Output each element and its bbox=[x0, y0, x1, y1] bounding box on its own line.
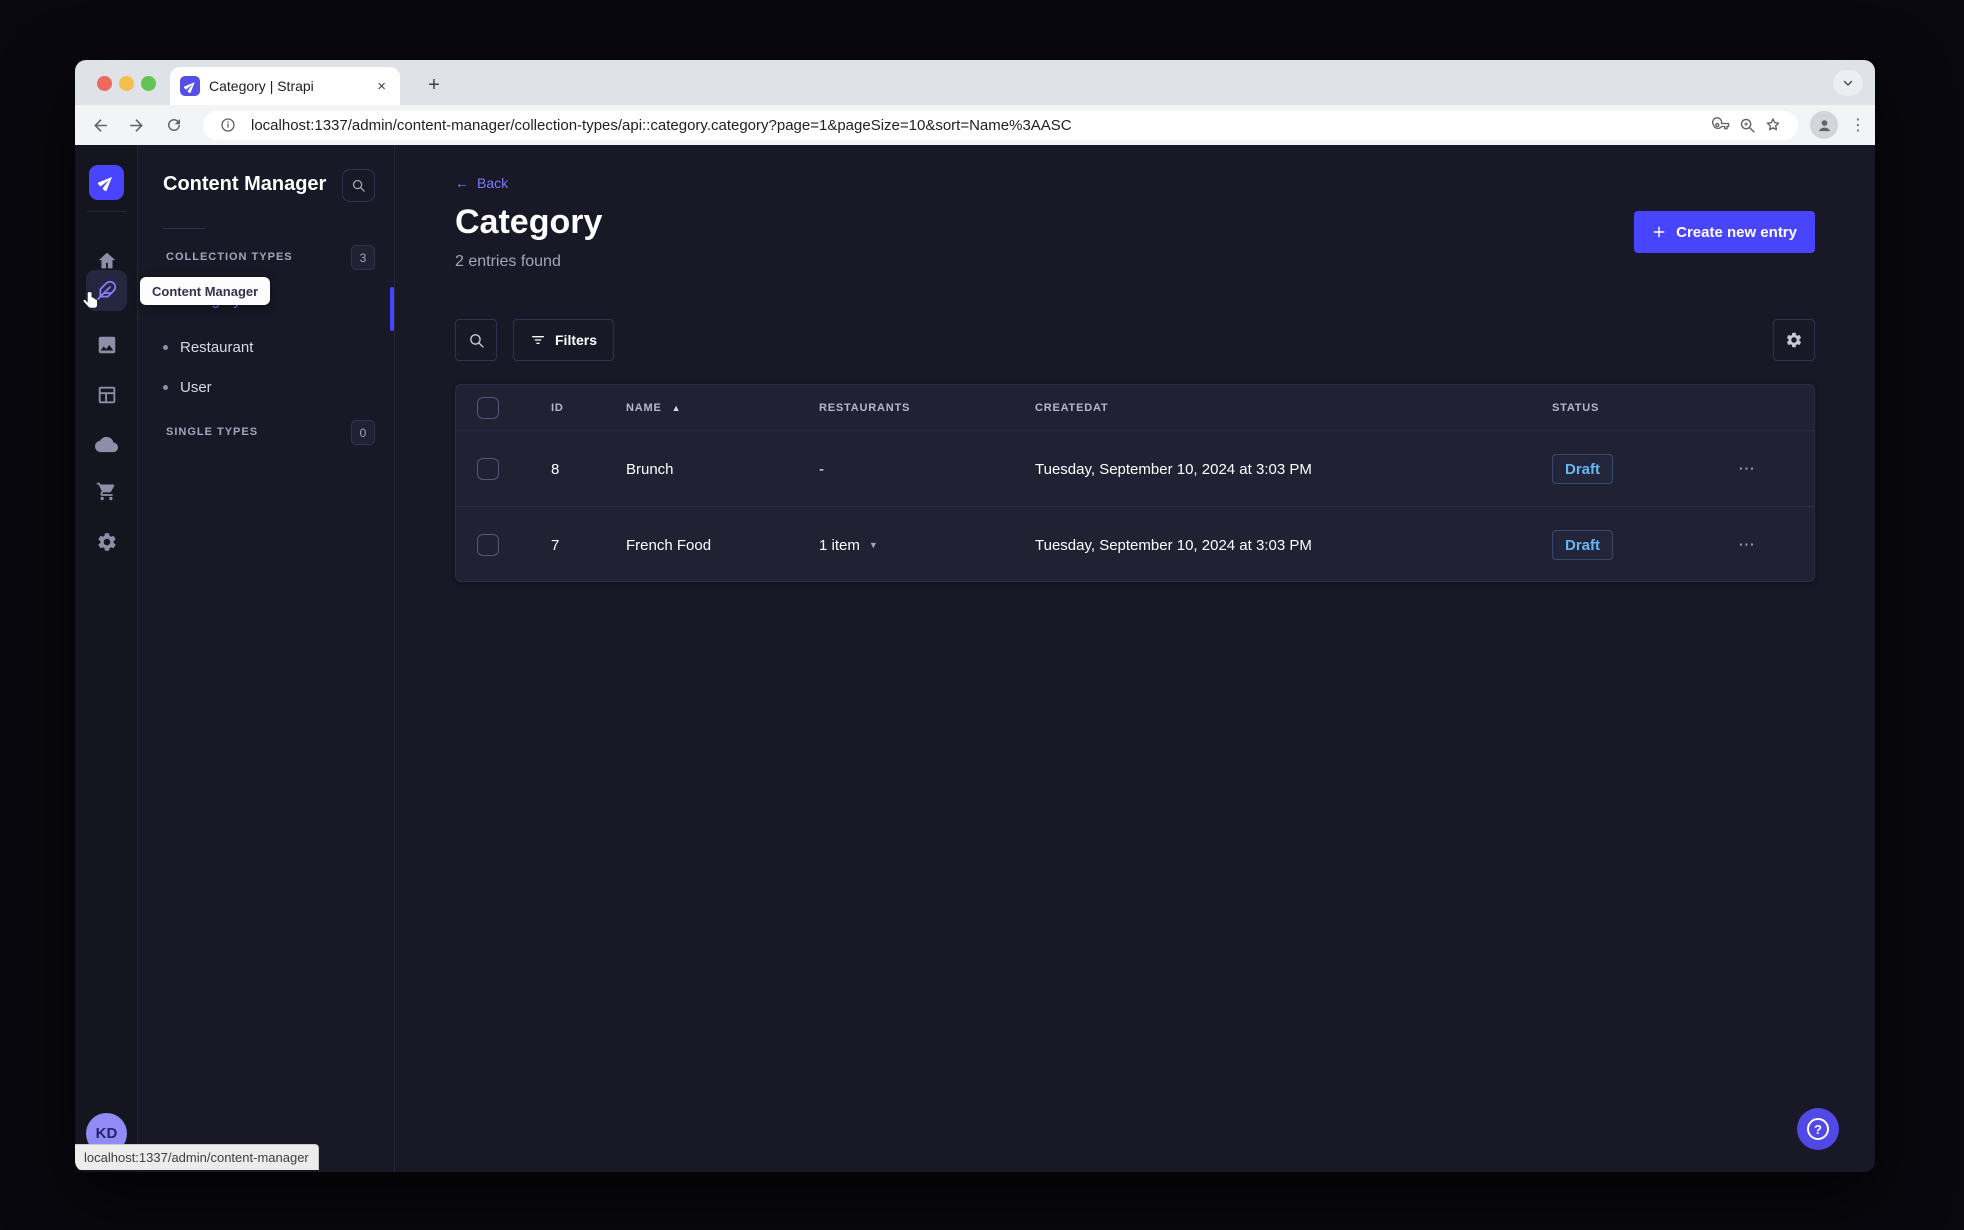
single-types-badge: 0 bbox=[351, 420, 375, 445]
back-arrow-icon: ← bbox=[455, 175, 469, 191]
sidebar-item-label: Restaurant bbox=[180, 338, 254, 356]
cell-createdat: Tuesday, September 10, 2024 at 3:03 PM bbox=[1035, 460, 1312, 478]
sidebar-item-user[interactable]: User bbox=[163, 368, 212, 406]
cell-name: French Food bbox=[626, 536, 712, 554]
bullet-icon bbox=[163, 344, 168, 350]
row-actions-button[interactable]: ⋯ bbox=[1738, 431, 1757, 507]
table-search-button[interactable] bbox=[455, 319, 497, 361]
new-tab-button[interactable]: + bbox=[420, 71, 448, 99]
tab-title: Category | Strapi bbox=[209, 78, 314, 94]
minimize-window-button[interactable] bbox=[119, 76, 134, 91]
filters-button[interactable]: Filters bbox=[513, 319, 615, 361]
rail-divider bbox=[87, 211, 126, 212]
back-link[interactable]: ← Back bbox=[455, 175, 508, 191]
cell-status: Draft bbox=[1552, 431, 1614, 507]
create-button-label: Create new entry bbox=[1676, 223, 1797, 241]
header-status[interactable]: STATUS bbox=[1552, 385, 1599, 430]
header-restaurants[interactable]: RESTAURANTS bbox=[819, 385, 910, 430]
filter-icon bbox=[532, 336, 544, 344]
sidebar-item-restaurant[interactable]: Restaurant bbox=[163, 328, 253, 366]
entries-count: 2 entries found bbox=[455, 253, 561, 270]
sidebar-item-label: User bbox=[180, 378, 212, 396]
tab-strip: Category | Strapi × + bbox=[75, 60, 1875, 105]
site-info-icon[interactable] bbox=[215, 112, 241, 138]
cell-createdat: Tuesday, September 10, 2024 at 3:03 PM bbox=[1035, 536, 1312, 554]
media-library-icon[interactable] bbox=[75, 325, 138, 365]
back-label: Back bbox=[477, 175, 509, 191]
link-preview-statusbar: localhost:1337/admin/content-manager bbox=[75, 1144, 319, 1170]
nav-rail: KD bbox=[75, 145, 138, 1172]
cell-name: Brunch bbox=[626, 460, 674, 478]
cell-id: 7 bbox=[551, 536, 560, 554]
header-createdat[interactable]: CREATEDAT bbox=[1035, 385, 1108, 430]
browser-menu-icon[interactable]: ⋮ bbox=[1846, 113, 1870, 137]
status-badge: Draft bbox=[1552, 454, 1614, 484]
browser-back-button[interactable] bbox=[85, 110, 115, 140]
sort-asc-icon: ▲ bbox=[671, 402, 682, 413]
create-new-entry-button[interactable]: Create new entry bbox=[1634, 211, 1815, 253]
tab-close-icon[interactable]: × bbox=[373, 78, 390, 95]
status-badge: Draft bbox=[1552, 530, 1614, 560]
view-settings-button[interactable] bbox=[1773, 319, 1815, 361]
close-window-button[interactable] bbox=[97, 76, 112, 91]
browser-reload-button[interactable] bbox=[159, 110, 189, 140]
bookmark-star-icon[interactable] bbox=[1760, 112, 1786, 138]
marketplace-cart-icon[interactable] bbox=[75, 471, 138, 511]
main-content: ← Back Category 2 entries found Create n… bbox=[396, 145, 1875, 1172]
content-type-builder-icon[interactable] bbox=[75, 375, 138, 415]
ellipsis-icon: ⋯ bbox=[1738, 535, 1757, 554]
password-key-icon[interactable] bbox=[1708, 112, 1734, 138]
page-title: Category bbox=[455, 203, 603, 241]
deploy-cloud-icon[interactable] bbox=[75, 424, 138, 464]
strapi-favicon-icon bbox=[180, 76, 200, 96]
question-icon: ? bbox=[1807, 1118, 1829, 1140]
header-name[interactable]: NAME ▲ bbox=[626, 385, 681, 430]
collection-types-badge: 3 bbox=[351, 245, 375, 270]
row-actions-button[interactable]: ⋯ bbox=[1738, 507, 1757, 583]
panel-search-button[interactable] bbox=[342, 169, 375, 202]
row-checkbox[interactable] bbox=[477, 507, 499, 583]
browser-forward-button[interactable] bbox=[121, 110, 151, 140]
zoom-icon[interactable] bbox=[1734, 112, 1760, 138]
strapi-logo-icon[interactable] bbox=[89, 165, 124, 200]
row-checkbox[interactable] bbox=[477, 431, 499, 507]
plus-icon bbox=[1653, 226, 1665, 238]
panel-divider bbox=[163, 228, 205, 229]
cell-restaurants: - bbox=[819, 460, 824, 478]
address-bar[interactable]: localhost:1337/admin/content-manager/col… bbox=[203, 110, 1798, 140]
single-types-label: SINGLE TYPES bbox=[166, 426, 259, 438]
browser-profile-icon[interactable] bbox=[1810, 111, 1838, 139]
chevron-down-icon: ▼ bbox=[868, 540, 878, 550]
maximize-window-button[interactable] bbox=[141, 76, 156, 91]
browser-window: Category | Strapi × + localhost:1337/adm… bbox=[75, 60, 1875, 1172]
select-all-checkbox[interactable] bbox=[477, 385, 499, 430]
table-header-row: ID NAME ▲ RESTAURANTS CREATEDAT STATUS bbox=[456, 385, 1814, 430]
strapi-app: KD Content Manager COLLECTION TYPES 3 Ca… bbox=[75, 145, 1875, 1172]
settings-gear-icon[interactable] bbox=[75, 522, 138, 562]
cell-id: 8 bbox=[551, 460, 560, 478]
browser-tab[interactable]: Category | Strapi × bbox=[170, 67, 400, 105]
content-manager-panel: Content Manager COLLECTION TYPES 3 Categ… bbox=[139, 145, 395, 1172]
bullet-icon bbox=[163, 384, 168, 390]
tab-search-chevron-icon[interactable] bbox=[1833, 70, 1863, 96]
browser-toolbar: localhost:1337/admin/content-manager/col… bbox=[75, 105, 1875, 145]
collection-types-label: COLLECTION TYPES bbox=[166, 251, 293, 263]
filters-label: Filters bbox=[555, 332, 598, 348]
desktop: Category | Strapi × + localhost:1337/adm… bbox=[0, 0, 1964, 1230]
active-item-indicator bbox=[390, 287, 394, 331]
mouse-cursor bbox=[80, 290, 102, 312]
panel-title: Content Manager bbox=[163, 173, 327, 195]
cell-restaurants[interactable]: 1 item ▼ bbox=[819, 507, 878, 583]
help-button[interactable]: ? bbox=[1797, 1108, 1839, 1150]
table-row[interactable]: 7 French Food 1 item ▼ Tuesday, Septembe… bbox=[456, 506, 1814, 582]
ellipsis-icon: ⋯ bbox=[1738, 459, 1757, 478]
cell-status: Draft bbox=[1552, 507, 1614, 583]
entries-table: ID NAME ▲ RESTAURANTS CREATEDAT STATUS 8… bbox=[455, 384, 1815, 582]
content-manager-tooltip: Content Manager bbox=[140, 277, 271, 305]
header-id[interactable]: ID bbox=[551, 385, 564, 430]
table-row[interactable]: 8 Brunch - Tuesday, September 10, 2024 a… bbox=[456, 430, 1814, 506]
url-text[interactable]: localhost:1337/admin/content-manager/col… bbox=[251, 117, 1708, 134]
